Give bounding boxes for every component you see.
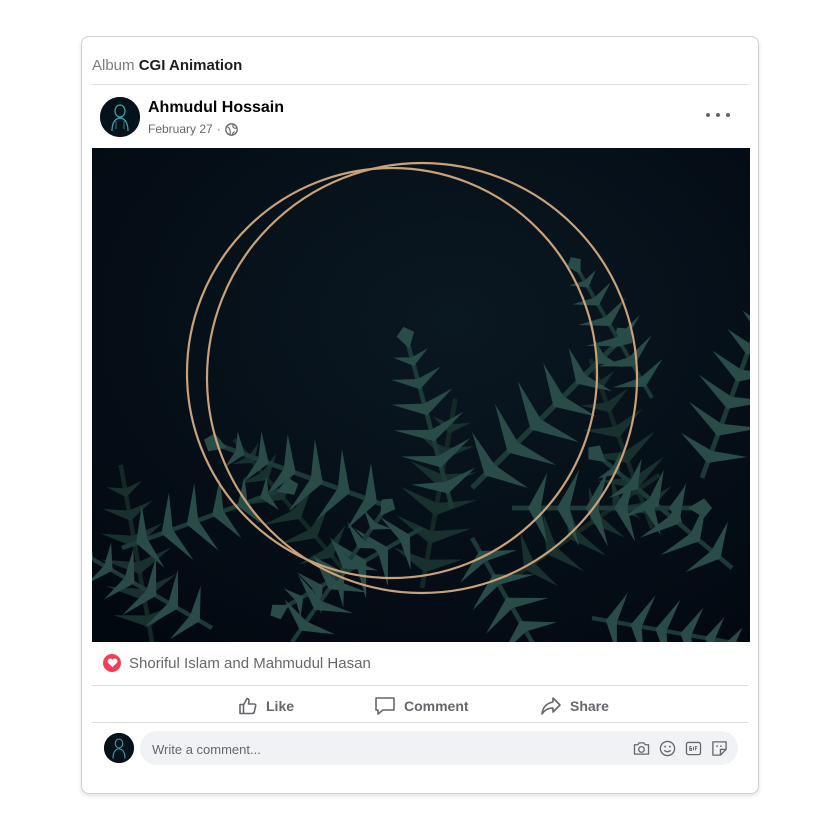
globe-icon[interactable]	[224, 122, 238, 136]
post-date-link[interactable]: February 27	[148, 122, 213, 136]
reaction-names[interactable]: Shoriful Islam and Mahmudul Hasan	[129, 655, 371, 672]
album-prefix: Album	[92, 57, 135, 74]
commenter-avatar[interactable]	[104, 733, 134, 763]
more-options-icon[interactable]	[706, 109, 730, 121]
comment-tools	[632, 738, 728, 758]
heart-reaction-icon	[103, 654, 121, 672]
album-title-link[interactable]: CGI Animation	[139, 57, 243, 74]
comment-button[interactable]: Comment	[374, 689, 469, 723]
post-photo[interactable]	[92, 148, 750, 642]
comment-box	[140, 731, 738, 767]
like-button[interactable]: Like	[238, 689, 294, 723]
share-icon	[540, 696, 562, 716]
emoji-icon[interactable]	[658, 738, 676, 758]
like-label: Like	[266, 698, 295, 714]
camera-icon[interactable]	[632, 738, 650, 758]
reactions-summary[interactable]: Shoriful Islam and Mahmudul Hasan	[103, 654, 371, 672]
gif-icon[interactable]	[684, 738, 702, 758]
comment-icon	[374, 696, 396, 716]
meta-separator: ·	[216, 122, 221, 136]
author-name-link[interactable]: Ahmudul Hossain	[148, 99, 284, 117]
header-divider	[92, 84, 748, 85]
post-meta: February 27 ·	[148, 122, 238, 136]
album-header: Album CGI Animation	[92, 57, 242, 74]
author-avatar[interactable]	[100, 97, 140, 137]
action-bar: Like Comment Share	[92, 689, 748, 723]
comment-input[interactable]	[150, 731, 624, 767]
share-label: Share	[570, 698, 609, 714]
post-card: Album CGI Animation Ahmudul Hossain Febr…	[81, 36, 759, 794]
actions-divider	[92, 722, 748, 723]
comment-label: Comment	[404, 698, 469, 714]
sticker-icon[interactable]	[710, 738, 728, 758]
share-button[interactable]: Share	[540, 689, 609, 723]
thumbs-up-icon	[238, 696, 258, 716]
reactions-divider	[92, 685, 748, 686]
